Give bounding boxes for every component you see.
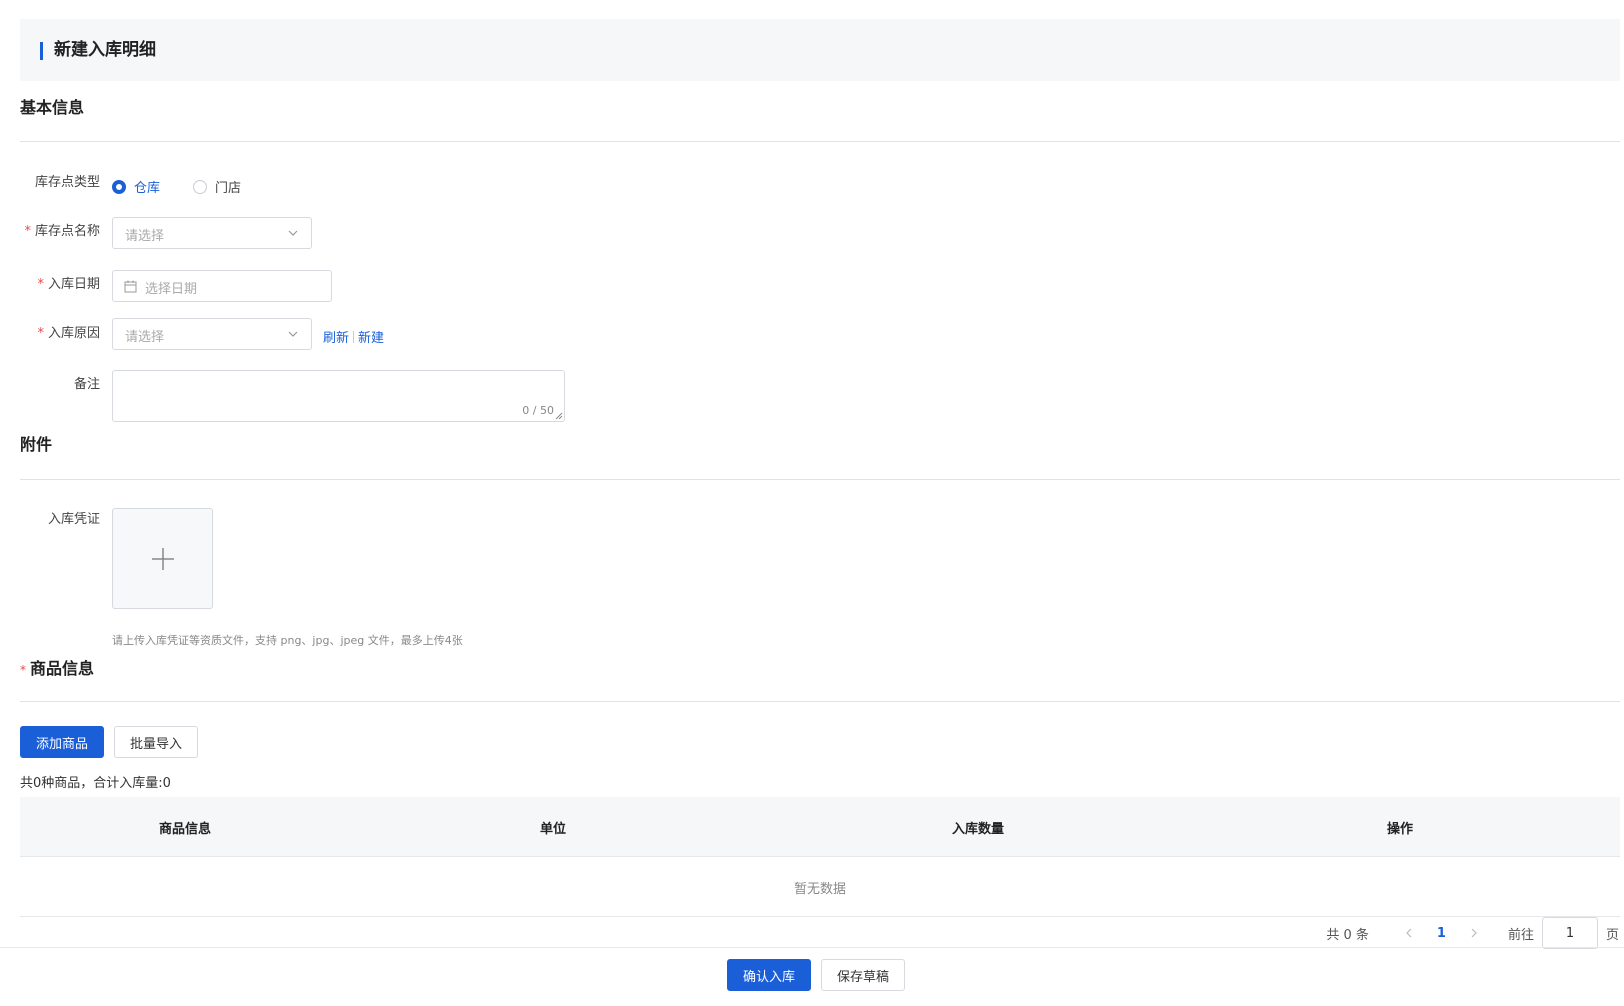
voucher-label: 入库凭证	[47, 512, 100, 527]
calendar-icon	[124, 280, 137, 293]
section-title-attachment: 附件	[20, 435, 53, 454]
stock-name-placeholder: 请选择	[125, 229, 165, 244]
required-mark: *	[37, 326, 44, 341]
column-header-actions: 操作	[1386, 822, 1414, 837]
confirm-stock-in-button[interactable]: 确认入库	[727, 959, 811, 991]
remark-char-count: 0 / 50	[522, 404, 554, 417]
divider-goods	[20, 701, 1620, 702]
radio-unchecked-icon	[193, 179, 207, 194]
table-body: 暂无数据	[20, 857, 1620, 917]
chevron-right-icon[interactable]	[1468, 927, 1480, 939]
pagination: 共 0 条 1 前往 1 页	[1326, 917, 1619, 949]
resize-grip-icon[interactable]	[555, 412, 563, 420]
reason-label: * 入库原因	[37, 326, 100, 341]
upload-box[interactable]	[112, 508, 213, 609]
reason-select[interactable]: 请选择	[112, 318, 312, 350]
stock-type-label: 库存点类型	[34, 175, 100, 190]
footer-divider	[0, 947, 1624, 948]
chevron-left-icon[interactable]	[1403, 927, 1415, 939]
chevron-down-icon	[288, 230, 298, 236]
required-mark: *	[20, 663, 26, 677]
refresh-link[interactable]: 刷新	[323, 327, 349, 346]
stock-name-select[interactable]: 请选择	[112, 217, 312, 249]
radio-warehouse[interactable]: 仓库	[112, 177, 160, 196]
reason-placeholder: 请选择	[125, 330, 165, 345]
plus-icon	[152, 548, 174, 570]
new-reason-link[interactable]: 新建	[358, 327, 384, 346]
upload-hint: 请上传入库凭证等资质文件，支持 png、jpg、jpeg 文件，最多上传4张	[112, 634, 463, 647]
add-goods-button[interactable]: 添加商品	[20, 726, 104, 758]
column-header-goods: 商品信息	[158, 822, 212, 837]
goto-label: 前往	[1507, 927, 1534, 943]
remark-textarea[interactable]: 0 / 50	[112, 370, 565, 422]
required-mark: *	[24, 224, 31, 239]
link-separator	[353, 330, 355, 343]
radio-store-label: 门店	[215, 181, 242, 196]
table-header: 商品信息 单位 入库数量 操作	[20, 797, 1620, 857]
goods-table: 商品信息 单位 入库数量 操作 暂无数据	[20, 797, 1620, 917]
date-picker[interactable]: 选择日期	[112, 270, 332, 302]
stock-name-label: * 库存点名称	[24, 224, 100, 239]
divider-basic	[20, 141, 1620, 142]
reason-links: 刷新 新建	[323, 327, 384, 346]
date-placeholder: 选择日期	[145, 282, 198, 297]
page-jump-input[interactable]: 1	[1541, 917, 1598, 949]
radio-checked-icon	[112, 179, 126, 194]
column-header-quantity: 入库数量	[951, 822, 1005, 837]
batch-import-button[interactable]: 批量导入	[114, 726, 198, 758]
title-accent-bar	[40, 42, 43, 60]
page-header: 新建入库明细	[20, 19, 1620, 81]
save-draft-button[interactable]: 保存草稿	[821, 959, 905, 991]
date-label: * 入库日期	[37, 277, 100, 292]
page-number-current[interactable]: 1	[1437, 926, 1446, 941]
section-title-goods: * 商品信息	[20, 659, 95, 678]
column-header-unit: 单位	[539, 822, 567, 837]
divider-attachment	[20, 479, 1620, 480]
empty-text: 暂无数据	[793, 882, 847, 897]
goods-summary: 共0种商品，合计入库量:0	[20, 776, 171, 791]
chevron-down-icon	[288, 331, 298, 337]
pagination-total: 共 0 条	[1326, 927, 1369, 943]
radio-store[interactable]: 门店	[193, 177, 241, 196]
remark-label: 备注	[73, 377, 100, 392]
section-title-basic: 基本信息	[20, 98, 85, 117]
page-suffix: 页	[1605, 927, 1619, 943]
page-title: 新建入库明细	[54, 40, 156, 60]
required-mark: *	[37, 277, 44, 292]
radio-warehouse-label: 仓库	[134, 181, 161, 196]
